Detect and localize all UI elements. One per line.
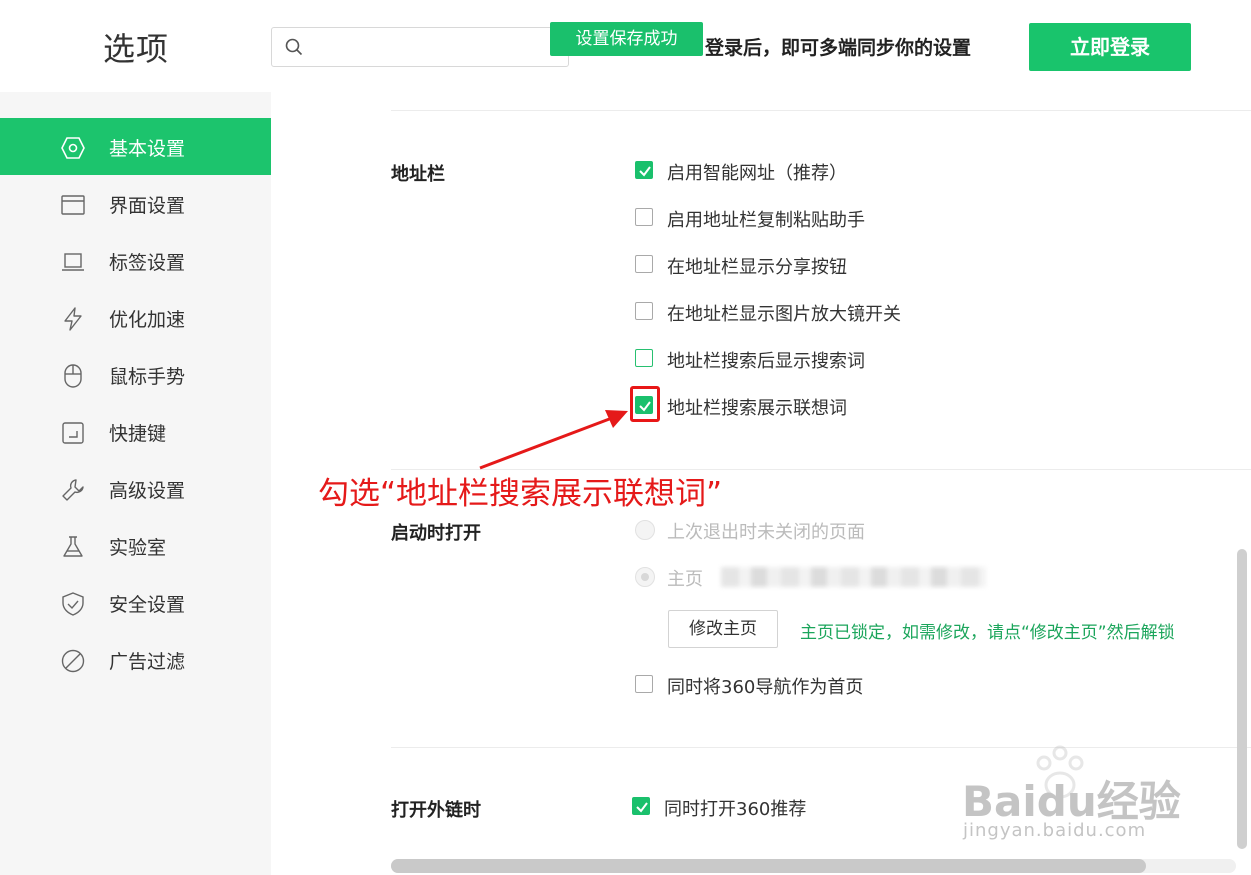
checkbox-smart-url[interactable] xyxy=(635,161,653,179)
option-label: 同时将360导航作为首页 xyxy=(667,677,864,698)
checkbox-image-magnifier[interactable] xyxy=(635,302,653,320)
option-label: 地址栏搜索后显示搜索词 xyxy=(667,351,865,372)
option-label: 上次退出时未关闭的页面 xyxy=(667,522,865,543)
sidebar-item-label: 基本设置 xyxy=(109,138,186,160)
search-input[interactable] xyxy=(312,34,566,62)
laptop-tab-icon xyxy=(62,253,84,271)
sidebar-item-adblock[interactable]: 广告过滤 xyxy=(0,631,271,688)
home-locked-note: 主页已锁定，如需修改，请点“修改主页”然后解锁 xyxy=(800,623,1175,643)
vertical-scrollbar-thumb[interactable] xyxy=(1237,549,1247,849)
hexagon-settings-icon xyxy=(61,137,85,159)
option-label: 在地址栏显示图片放大镜开关 xyxy=(667,304,901,325)
sidebar-item-shortcuts[interactable]: 快捷键 xyxy=(0,403,271,460)
sidebar-item-interface[interactable]: 界面设置 xyxy=(0,175,271,232)
sidebar-item-lab[interactable]: 实验室 xyxy=(0,517,271,574)
checkbox-copy-paste-helper[interactable] xyxy=(635,208,653,226)
sidebar-item-label: 安全设置 xyxy=(109,594,186,616)
section-divider xyxy=(391,110,1251,111)
checkbox-360-nav-home[interactable] xyxy=(635,675,653,693)
sidebar-item-label: 界面设置 xyxy=(109,195,186,217)
page-title: 选项 xyxy=(103,30,170,68)
option-label: 启用地址栏复制粘贴助手 xyxy=(667,210,865,231)
modify-home-button[interactable]: 修改主页 xyxy=(668,610,778,648)
option-label: 启用智能网址（推荐） xyxy=(667,163,847,184)
sidebar-item-mouse-gesture[interactable]: 鼠标手势 xyxy=(0,346,271,403)
blurred-home-url xyxy=(721,567,986,587)
sidebar-item-label: 优化加速 xyxy=(109,309,186,331)
address-bar-section-title: 地址栏 xyxy=(391,164,445,185)
checkmark-icon xyxy=(636,802,648,813)
login-tip: 登录后，即可多端同步你的设置 xyxy=(705,37,972,59)
search-box[interactable] xyxy=(271,27,569,67)
lightning-icon xyxy=(64,307,82,331)
sidebar-item-label: 实验室 xyxy=(109,537,167,559)
checkmark-icon xyxy=(639,166,651,177)
external-link-section-title: 打开外链时 xyxy=(391,800,481,821)
option-label: 在地址栏显示分享按钮 xyxy=(667,257,847,278)
startup-section-title: 启动时打开 xyxy=(391,523,481,544)
shield-check-icon xyxy=(62,592,84,616)
radio-home-page[interactable] xyxy=(635,567,655,587)
flask-icon xyxy=(63,536,83,557)
sidebar-item-label: 高级设置 xyxy=(109,480,186,502)
highlight-box xyxy=(630,386,660,422)
option-label: 同时打开360推荐 xyxy=(664,799,807,820)
sidebar-item-advanced[interactable]: 高级设置 xyxy=(0,460,271,517)
mouse-icon xyxy=(64,364,82,388)
option-label: 地址栏搜索展示联想词 xyxy=(667,398,847,419)
sidebar-item-basic[interactable]: 基本设置 xyxy=(0,118,271,175)
checkbox-show-search-term[interactable] xyxy=(635,349,653,367)
horizontal-scrollbar-thumb[interactable] xyxy=(391,859,1146,873)
sidebar-item-label: 广告过滤 xyxy=(109,651,186,673)
sidebar-item-label: 快捷键 xyxy=(109,423,167,445)
sidebar-item-label: 鼠标手势 xyxy=(109,366,186,388)
login-button[interactable]: 立即登录 xyxy=(1029,23,1191,71)
search-icon xyxy=(285,38,303,56)
sidebar: 基本设置 界面设置 标签设置 优化加速 鼠标手势 快捷键 高级设置 实验室 安全… xyxy=(0,92,271,875)
sidebar-item-label: 标签设置 xyxy=(109,252,186,274)
checkbox-open-360-recommend[interactable] xyxy=(632,797,650,815)
shortcut-key-icon xyxy=(62,422,84,444)
sidebar-item-security[interactable]: 安全设置 xyxy=(0,574,271,631)
sidebar-item-optimize[interactable]: 优化加速 xyxy=(0,289,271,346)
watermark-subtext: jingyan.baidu.com xyxy=(963,820,1147,841)
block-icon xyxy=(61,649,85,673)
annotation-text: 勾选“地址栏搜索展示联想词” xyxy=(318,476,723,512)
checkbox-share-button[interactable] xyxy=(635,255,653,273)
save-success-toast: 设置保存成功 xyxy=(550,22,703,56)
option-label: 主页 xyxy=(667,569,703,590)
header-bar: 选项 设置保存成功 登录后，即可多端同步你的设置 立即登录 xyxy=(0,0,1251,93)
radio-restore-pages[interactable] xyxy=(635,520,655,540)
sidebar-item-tabs[interactable]: 标签设置 xyxy=(0,232,271,289)
window-icon xyxy=(61,195,85,215)
wrench-icon xyxy=(62,479,84,501)
